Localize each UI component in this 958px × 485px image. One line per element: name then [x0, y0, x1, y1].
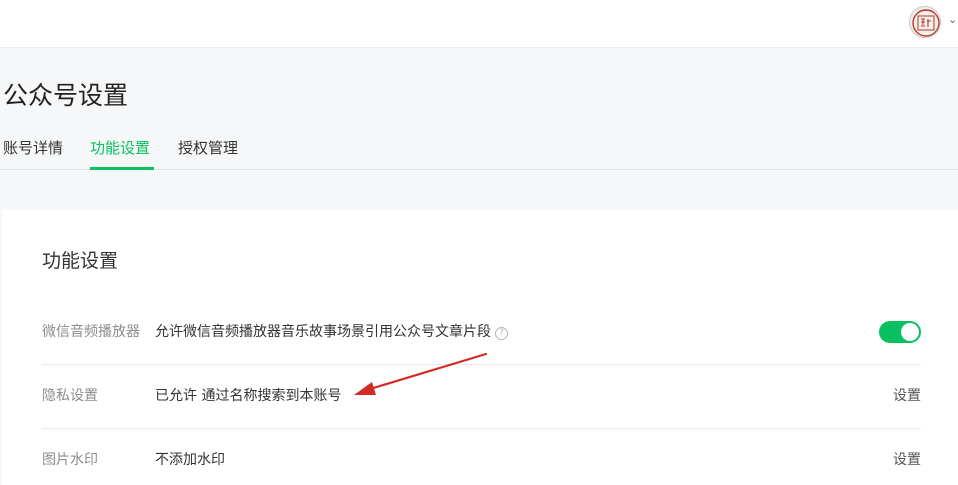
page-title: 公众号设置 [3, 81, 129, 110]
setting-value: 允许微信音频播放器音乐故事场景引用公众号文章片段? [155, 322, 508, 342]
setting-value: 已允许 通过名称搜索到本账号 [155, 388, 342, 404]
panel-title: 功能设置 [42, 250, 119, 272]
watermark-settings-link[interactable]: 设置 [893, 450, 921, 470]
tab-account-details[interactable]: 账号详情 [3, 138, 63, 158]
setting-value-text: 允许微信音频播放器音乐故事场景引用公众号文章片段 [155, 324, 491, 340]
tab-authorization-management[interactable]: 授权管理 [178, 138, 238, 158]
toggle-knob [901, 323, 919, 341]
privacy-settings-link[interactable]: 设置 [893, 386, 921, 406]
setting-value: 不添加水印 [155, 452, 225, 468]
setting-row-privacy: 隐私设置 已允许 通过名称搜索到本账号 设置 [42, 365, 921, 429]
settings-panel: 功能设置 微信音频播放器 允许微信音频播放器音乐故事场景引用公众号文章片段? 隐… [2, 210, 958, 485]
setting-label: 微信音频播放器 [42, 324, 140, 340]
tab-bar: 账号详情 功能设置 授权管理 [0, 128, 958, 170]
audio-player-toggle[interactable] [879, 321, 921, 343]
setting-label: 隐私设置 [42, 388, 98, 404]
setting-row-watermark: 图片水印 不添加水印 设置 [42, 429, 921, 485]
setting-row-audio-player: 微信音频播放器 允许微信音频播放器音乐故事场景引用公众号文章片段? [42, 301, 921, 365]
top-bar: ⌄ [0, 0, 958, 48]
question-circle-icon[interactable]: ? [495, 327, 508, 340]
active-tab-indicator [90, 167, 154, 170]
setting-label: 图片水印 [42, 452, 98, 468]
chevron-down-icon[interactable]: ⌄ [948, 14, 957, 26]
tab-feature-settings[interactable]: 功能设置 [90, 138, 150, 158]
seal-avatar-icon[interactable] [909, 6, 941, 38]
